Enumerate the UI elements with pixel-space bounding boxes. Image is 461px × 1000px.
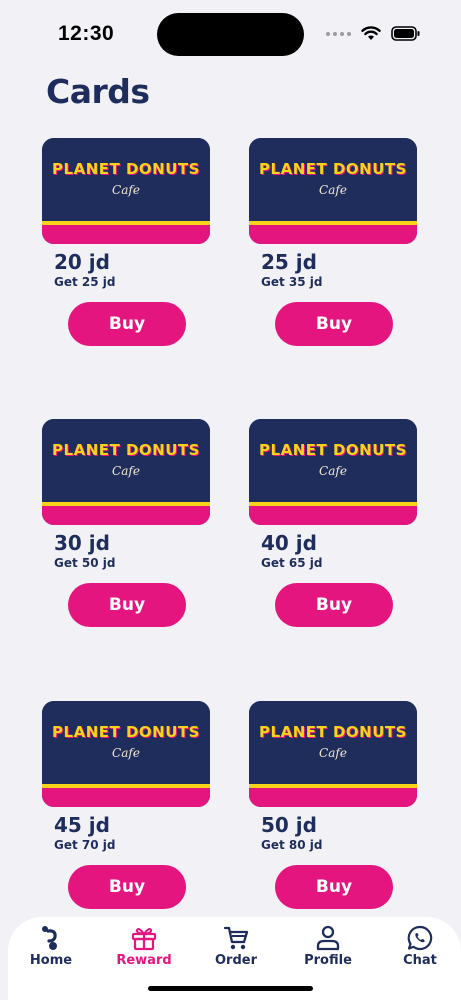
- gift-card-3: PLANET DONUTS Cafe 30 jd Get 50 jd Buy: [42, 419, 212, 627]
- card-price: 20 jd: [54, 250, 110, 274]
- card-image[interactable]: PLANET DONUTS Cafe: [249, 419, 417, 525]
- nav-item-reward[interactable]: Reward: [104, 925, 184, 968]
- wifi-icon: [361, 26, 381, 40]
- page-title: Cards: [46, 72, 150, 111]
- card-bonus: Get 50 jd: [54, 556, 116, 570]
- card-logo-subtitle: Cafe: [112, 746, 140, 760]
- card-logo-title: PLANET DONUTS: [52, 723, 200, 741]
- buy-button[interactable]: Buy: [275, 583, 393, 627]
- dynamic-island: [157, 13, 304, 56]
- cart-icon: [223, 926, 249, 950]
- card-image[interactable]: PLANET DONUTS Cafe: [249, 138, 417, 244]
- status-bar: 12:30: [0, 0, 461, 70]
- card-logo-title: PLANET DONUTS: [52, 160, 200, 178]
- buy-button[interactable]: Buy: [68, 865, 186, 909]
- gift-card-1: PLANET DONUTS Cafe 20 jd Get 25 jd Buy: [42, 138, 212, 346]
- nav-item-chat[interactable]: Chat: [380, 925, 460, 968]
- status-icons: [326, 26, 421, 41]
- whatsapp-icon: [407, 925, 433, 951]
- buy-button[interactable]: Buy: [68, 583, 186, 627]
- person-icon: [316, 925, 340, 951]
- card-logo-title: PLANET DONUTS: [259, 441, 407, 459]
- nav-item-profile[interactable]: Profile: [288, 925, 368, 968]
- gift-icon: [131, 928, 157, 951]
- card-price: 50 jd: [261, 813, 317, 837]
- buy-button[interactable]: Buy: [275, 302, 393, 346]
- gift-card-6: PLANET DONUTS Cafe 50 jd Get 80 jd Buy: [249, 701, 419, 909]
- buy-button[interactable]: Buy: [68, 302, 186, 346]
- card-bonus: Get 80 jd: [261, 838, 323, 852]
- card-bonus: Get 70 jd: [54, 838, 116, 852]
- status-time: 12:30: [58, 22, 115, 45]
- card-logo-title: PLANET DONUTS: [52, 441, 200, 459]
- home-indicator: [148, 986, 313, 991]
- gift-card-2: PLANET DONUTS Cafe 25 jd Get 35 jd Buy: [249, 138, 419, 346]
- card-image[interactable]: PLANET DONUTS Cafe: [42, 138, 210, 244]
- card-logo-subtitle: Cafe: [112, 464, 140, 478]
- card-price: 45 jd: [54, 813, 110, 837]
- card-logo-title: PLANET DONUTS: [259, 723, 407, 741]
- nav-item-home[interactable]: Home: [11, 925, 91, 968]
- gift-card-5: PLANET DONUTS Cafe 45 jd Get 70 jd Buy: [42, 701, 212, 909]
- card-image[interactable]: PLANET DONUTS Cafe: [42, 701, 210, 807]
- buy-button[interactable]: Buy: [275, 865, 393, 909]
- card-bonus: Get 25 jd: [54, 275, 116, 289]
- card-price: 30 jd: [54, 531, 110, 555]
- card-bonus: Get 35 jd: [261, 275, 323, 289]
- nav-label-chat: Chat: [403, 953, 437, 968]
- card-logo-title: PLANET DONUTS: [259, 160, 407, 178]
- card-logo-subtitle: Cafe: [319, 464, 347, 478]
- battery-icon: [391, 26, 420, 41]
- nav-label-profile: Profile: [304, 953, 352, 968]
- card-price: 40 jd: [261, 531, 317, 555]
- card-logo-subtitle: Cafe: [319, 183, 347, 197]
- gift-card-4: PLANET DONUTS Cafe 40 jd Get 65 jd Buy: [249, 419, 419, 627]
- nav-label-order: Order: [215, 953, 257, 968]
- card-image[interactable]: PLANET DONUTS Cafe: [249, 701, 417, 807]
- nav-item-order[interactable]: Order: [196, 925, 276, 968]
- nav-label-reward: Reward: [116, 953, 172, 968]
- card-price: 25 jd: [261, 250, 317, 274]
- signal-icon: [326, 31, 351, 36]
- card-image[interactable]: PLANET DONUTS Cafe: [42, 419, 210, 525]
- card-bonus: Get 65 jd: [261, 556, 323, 570]
- home-logo-icon: [42, 926, 57, 950]
- card-logo-subtitle: Cafe: [319, 746, 347, 760]
- card-logo-subtitle: Cafe: [112, 183, 140, 197]
- nav-label-home: Home: [29, 953, 73, 968]
